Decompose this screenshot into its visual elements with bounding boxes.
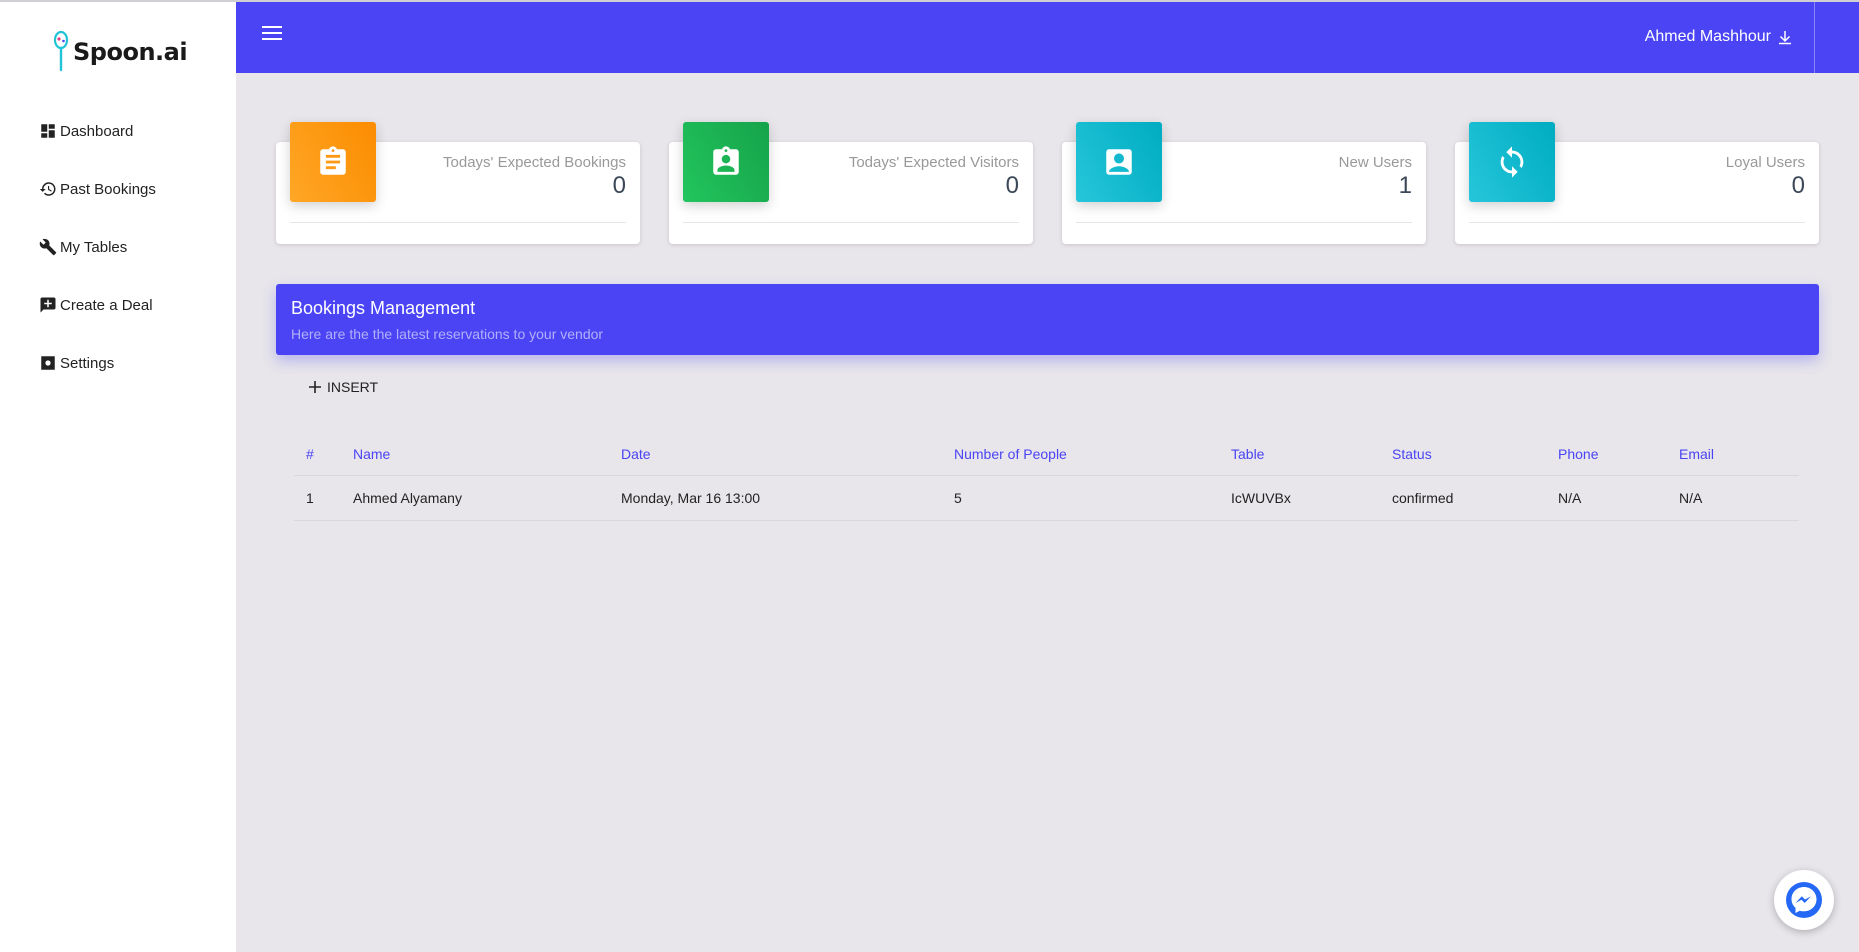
table-header-row: # Name Date Number of People Table Statu… [294,434,1799,476]
app-logo[interactable]: Spoon.ai [52,30,188,74]
contact-icon [1076,122,1162,202]
column-header[interactable]: Email [1667,434,1799,476]
sidebar-item-label: My Tables [60,238,128,256]
panel-subtitle: Here are the the latest reservations to … [291,326,604,342]
cell-table: IcWUVBx [1219,475,1380,521]
stat-value: 0 [612,172,626,199]
cell-status: confirmed [1380,475,1546,521]
user-menu[interactable]: Ahmed Mashhour [1645,28,1793,46]
cell-name: Ahmed Alyamany [341,475,609,521]
sidebar-item-past-bookings[interactable]: Past Bookings [38,160,156,218]
stat-card-expected-bookings: Todays' Expected Bookings 0 [276,122,640,244]
panel-header: Bookings Management Here are the the lat… [276,284,1819,355]
sidebar-item-label: Past Bookings [60,180,156,198]
cell-email: N/A [1667,475,1799,521]
column-header[interactable]: Status [1380,434,1546,476]
stat-label: Loyal Users [1725,154,1805,171]
stat-label: Todays' Expected Bookings [443,154,626,171]
insert-button[interactable]: INSERT [308,379,378,395]
bookings-management-panel: Bookings Management Here are the the lat… [276,284,1819,952]
sidebar-nav: Dashboard Past Bookings My Tables Create… [38,102,156,392]
top-bar: Ahmed Mashhour [236,2,1859,73]
settings-icon [38,353,58,373]
sidebar-item-label: Create a Deal [60,296,153,314]
cell-phone: N/A [1546,475,1667,521]
stat-label: New Users [1338,154,1412,171]
sidebar-item-dashboard[interactable]: Dashboard [38,102,156,160]
download-arrow-icon [1779,31,1791,45]
insert-label: INSERT [327,379,379,395]
column-header[interactable]: # [294,434,341,476]
clipboard-icon [290,122,376,202]
messenger-chat-button[interactable] [1774,870,1834,930]
add-comment-icon [38,295,58,315]
stat-card-new-users: New Users 1 [1062,122,1426,244]
stat-value: 1 [1398,172,1412,199]
wrench-icon [38,237,58,257]
column-header[interactable]: Table [1219,434,1380,476]
refresh-icon [1469,122,1555,202]
messenger-icon [1786,882,1822,918]
sidebar: Spoon.ai Dashboard Past Bookings My Tabl… [0,2,236,952]
panel-title: Bookings Management [291,298,476,318]
topbar-divider [1814,2,1815,73]
column-header[interactable]: Number of People [942,434,1219,476]
stat-value: 0 [1791,172,1805,199]
card-divider [1076,222,1412,223]
card-divider [1469,222,1805,223]
sidebar-item-label: Settings [60,354,115,372]
sidebar-item-my-tables[interactable]: My Tables [38,218,156,276]
column-header[interactable]: Phone [1546,434,1667,476]
card-divider [290,222,626,223]
cell-index: 1 [294,475,341,521]
sidebar-item-label: Dashboard [60,122,134,140]
stat-card-loyal-users: Loyal Users 0 [1455,122,1819,244]
history-icon [38,179,58,199]
plus-icon [309,381,321,393]
spoon-logo-icon [53,30,69,72]
logo-text: Spoon.ai [73,38,188,66]
hamburger-icon[interactable] [262,26,282,44]
cell-people: 5 [942,475,1219,521]
user-name: Ahmed Mashhour [1644,28,1771,45]
dashboard-icon [38,121,58,141]
table-row[interactable]: 1 Ahmed Alyamany Monday, Mar 16 13:00 5 … [294,475,1799,521]
stat-value: 0 [1005,172,1019,199]
sidebar-item-settings[interactable]: Settings [38,334,156,392]
column-header[interactable]: Date [609,434,942,476]
stat-card-expected-visitors: Todays' Expected Visitors 0 [669,122,1033,244]
sidebar-item-create-deal[interactable]: Create a Deal [38,276,156,334]
cell-date: Monday, Mar 16 13:00 [609,475,942,521]
card-divider [683,222,1019,223]
column-header[interactable]: Name [341,434,609,476]
stat-label: Todays' Expected Visitors [848,154,1019,171]
badge-icon [683,122,769,202]
bookings-table: # Name Date Number of People Table Statu… [294,434,1799,521]
